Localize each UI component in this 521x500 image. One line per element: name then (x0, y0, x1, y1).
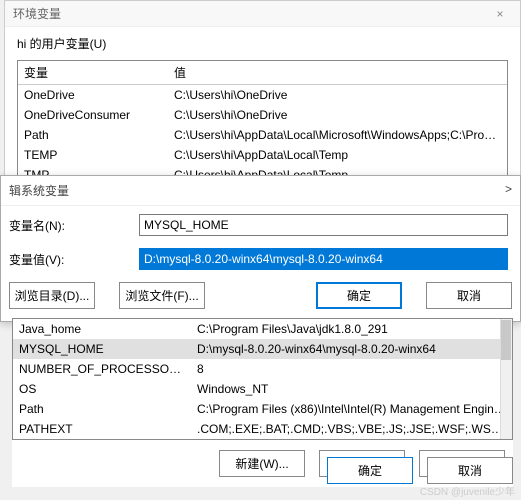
edit-dialog-title: 辑系统变量 (9, 182, 69, 199)
var-name-input[interactable] (139, 214, 508, 236)
user-vars-table[interactable]: 变量 值 OneDrive C:\Users\hi\OneDrive OneDr… (17, 60, 508, 186)
table-row[interactable]: OS Windows_NT (13, 379, 512, 399)
table-row[interactable]: Path C:\Program Files (x86)\Intel\Intel(… (13, 399, 512, 419)
system-vars-table[interactable]: Java_home C:\Program Files\Java\jdk1.8.0… (12, 318, 513, 440)
env-vars-dialog: 环境变量 × hi 的用户变量(U) 变量 值 OneDrive C:\User… (4, 0, 521, 199)
footer-ok-button[interactable]: 确定 (327, 457, 413, 484)
chevron-right-icon[interactable]: > (505, 182, 512, 199)
var-name-label: 变量名(N): (9, 217, 139, 234)
scrollbar[interactable] (500, 319, 512, 439)
edit-dialog-header: 辑系统变量 > (1, 176, 520, 206)
var-value-label: 变量值(V): (9, 251, 139, 268)
watermark: CSDN @juvenile少年 (420, 483, 515, 498)
table-header: 变量 值 (18, 61, 507, 85)
footer-cancel-button[interactable]: 取消 (427, 457, 513, 484)
cancel-button[interactable]: 取消 (426, 282, 512, 309)
titlebar: 环境变量 × (5, 1, 520, 27)
edit-system-var-dialog: 辑系统变量 > 变量名(N): 变量值(V): D:\mysql-8.0.20-… (0, 175, 521, 322)
table-row[interactable]: OneDrive C:\Users\hi\OneDrive (18, 85, 507, 105)
ok-button[interactable]: 确定 (316, 282, 402, 309)
browse-dir-button[interactable]: 浏览目录(D)... (9, 282, 95, 309)
col-header-name: 变量 (18, 61, 168, 84)
close-icon[interactable]: × (488, 7, 512, 21)
col-header-value: 值 (168, 61, 507, 84)
scrollbar-thumb[interactable] (501, 320, 511, 360)
browse-file-button[interactable]: 浏览文件(F)... (119, 282, 205, 309)
table-row[interactable]: OneDriveConsumer C:\Users\hi\OneDrive (18, 105, 507, 125)
table-row[interactable]: Java_home C:\Program Files\Java\jdk1.8.0… (13, 319, 512, 339)
table-row[interactable]: PATHEXT .COM;.EXE;.BAT;.CMD;.VBS;.VBE;.J… (13, 419, 512, 439)
table-row[interactable]: NUMBER_OF_PROCESSORS 8 (13, 359, 512, 379)
var-value-input[interactable]: D:\mysql-8.0.20-winx64\mysql-8.0.20-winx… (139, 248, 508, 270)
table-row[interactable]: Path C:\Users\hi\AppData\Local\Microsoft… (18, 125, 507, 145)
table-row[interactable]: TEMP C:\Users\hi\AppData\Local\Temp (18, 145, 507, 165)
table-row[interactable]: MYSQL_HOME D:\mysql-8.0.20-winx64\mysql-… (13, 339, 512, 359)
new-button[interactable]: 新建(W)... (219, 450, 305, 477)
user-vars-label: hi 的用户变量(U) (5, 27, 520, 56)
dialog-title: 环境变量 (13, 5, 61, 22)
dialog-footer: 确定 取消 (327, 457, 513, 484)
